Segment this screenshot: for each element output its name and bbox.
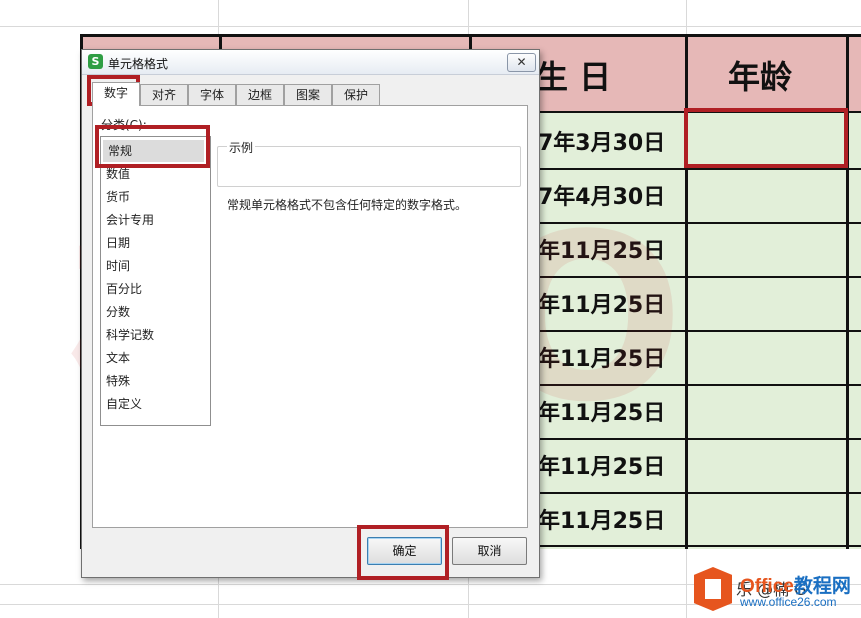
tab-number[interactable]: 数字	[92, 82, 140, 106]
number-tab-panel: 分类(C): 常规 数值 货币 会计专用 日期 时间 百分比 分数 科学记数 文…	[92, 105, 528, 528]
grid-line	[0, 26, 861, 27]
birthday-cell[interactable]: 7年4月30日	[538, 179, 665, 211]
logo-brand-suffix: 教程网	[793, 576, 851, 597]
dialog-titlebar[interactable]: S 单元格格式 ✕	[82, 50, 539, 75]
ok-button-highlight	[357, 525, 449, 580]
cancel-button[interactable]: 取消	[452, 537, 527, 565]
logo-brand: Office教程网	[740, 571, 851, 598]
tab-alignment[interactable]: 对齐	[140, 84, 188, 105]
birthday-cell[interactable]: 年11月25日	[538, 341, 665, 373]
category-date[interactable]: 日期	[101, 232, 206, 254]
category-special[interactable]: 特殊	[101, 370, 206, 392]
office-logo-icon	[694, 567, 732, 611]
category-accounting[interactable]: 会计专用	[101, 209, 206, 231]
tab-pattern[interactable]: 图案	[284, 84, 332, 105]
general-category-highlight	[95, 125, 210, 168]
format-description: 常规单元格格式不包含任何特定的数字格式。	[227, 198, 468, 212]
category-scientific[interactable]: 科学记数	[101, 324, 206, 346]
category-time[interactable]: 时间	[101, 255, 206, 277]
close-button[interactable]: ✕	[507, 53, 536, 72]
category-text[interactable]: 文本	[101, 347, 206, 369]
category-percentage[interactable]: 百分比	[101, 278, 206, 300]
category-list[interactable]: 常规 数值 货币 会计专用 日期 时间 百分比 分数 科学记数 文本 特殊 自定…	[100, 136, 211, 426]
tab-font[interactable]: 字体	[188, 84, 236, 105]
office26-logo[interactable]: Office教程网 www.office26.com	[690, 565, 858, 615]
category-custom[interactable]: 自定义	[101, 393, 206, 415]
tab-protection[interactable]: 保护	[332, 84, 380, 105]
header-age: 年龄	[728, 58, 793, 96]
age-cell-highlight[interactable]	[684, 108, 848, 168]
dialog-title: 单元格格式	[108, 57, 169, 71]
sample-label: 示例	[227, 139, 256, 156]
birthday-cell[interactable]: 年11月25日	[538, 395, 665, 427]
category-currency[interactable]: 货币	[101, 186, 206, 208]
logo-url: www.office26.com	[740, 595, 837, 609]
category-fraction[interactable]: 分数	[101, 301, 206, 323]
birthday-cell[interactable]: 年11月25日	[538, 233, 665, 265]
sample-preview-box	[217, 146, 521, 187]
birthday-cell[interactable]: 7年3月30日	[538, 125, 665, 157]
wps-app-icon: S	[88, 54, 103, 69]
logo-brand-prefix: Office	[740, 576, 794, 597]
birthday-cell[interactable]: 年11月25日	[538, 287, 665, 319]
birthday-cell[interactable]: 年11月25日	[538, 503, 665, 535]
tab-border[interactable]: 边框	[236, 84, 284, 105]
birthday-cell[interactable]: 年11月25日	[538, 449, 665, 481]
header-birthday: 生 日	[536, 58, 612, 96]
